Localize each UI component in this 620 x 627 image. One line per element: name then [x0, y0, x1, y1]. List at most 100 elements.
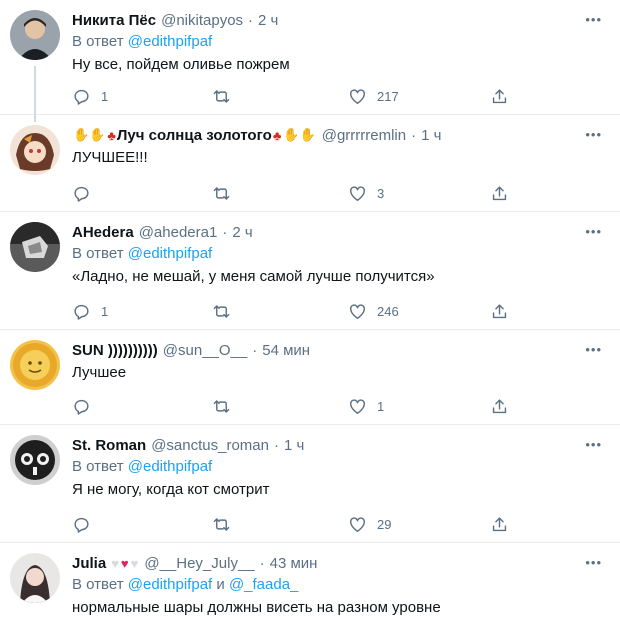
- tweet[interactable]: Никита Пёс @nikitapyos · 2 ч ••• В ответ…: [0, 0, 620, 122]
- timestamp[interactable]: 54 мин: [262, 342, 310, 359]
- tweet-header: St. Roman @sanctus_roman · 1 ч: [72, 435, 604, 455]
- separator-dot: ·: [248, 11, 254, 29]
- share-button[interactable]: [490, 184, 509, 203]
- display-name[interactable]: Никита Пёс: [72, 12, 156, 29]
- share-button[interactable]: [490, 515, 509, 534]
- display-name[interactable]: SUN )))))))))): [72, 342, 158, 359]
- reply-count: 1: [101, 88, 109, 104]
- avatar[interactable]: [10, 553, 60, 603]
- reply-context: В ответ @edithpifpaf и @_faada_: [72, 576, 604, 595]
- timestamp[interactable]: 1 ч: [284, 437, 304, 454]
- avatar[interactable]: [10, 125, 60, 175]
- retweet-icon: [213, 89, 230, 103]
- like-icon: [350, 398, 365, 414]
- user-handle[interactable]: @nikitapyos: [161, 12, 243, 29]
- maple-leaf-icon: ♣: [272, 127, 282, 143]
- retweet-icon: [213, 186, 230, 200]
- reply-prefix: В ответ: [72, 33, 124, 50]
- more-icon[interactable]: •••: [585, 437, 602, 452]
- display-name[interactable]: Julia: [72, 555, 106, 572]
- share-button[interactable]: [490, 87, 509, 106]
- more-icon[interactable]: •••: [585, 127, 602, 142]
- like-icon: [350, 516, 365, 532]
- tweet[interactable]: ✋✋ ♣ Луч солнца золотого ♣ ✋✋ @grrrrreml…: [0, 115, 620, 212]
- retweet-button[interactable]: [212, 87, 231, 106]
- retweet-icon: [213, 399, 230, 413]
- more-icon[interactable]: •••: [585, 12, 602, 27]
- display-name[interactable]: St. Roman: [72, 437, 146, 454]
- share-button[interactable]: [490, 302, 509, 321]
- tweet-actions: 1 246: [72, 301, 604, 321]
- avatar[interactable]: [10, 340, 60, 390]
- user-handle[interactable]: @ahedera1: [139, 224, 218, 241]
- red-heart-icon: ♥: [120, 555, 129, 571]
- reply-button[interactable]: [72, 397, 91, 416]
- avatar[interactable]: [10, 10, 60, 60]
- display-name[interactable]: Луч солнца золотого: [117, 127, 272, 144]
- reply-button[interactable]: [72, 184, 91, 203]
- separator-dot: ·: [273, 436, 279, 454]
- retweet-icon: [213, 304, 230, 318]
- white-heart-icon: ♥: [111, 555, 119, 571]
- tweet[interactable]: AHedera @ahedera1 · 2 ч ••• В ответ @edi…: [0, 212, 620, 330]
- reply-icon: [74, 517, 89, 533]
- retweet-button[interactable]: [212, 397, 231, 416]
- reply-icon: [74, 399, 89, 415]
- tweet[interactable]: St. Roman @sanctus_roman · 1 ч ••• В отв…: [0, 425, 620, 543]
- user-handle[interactable]: @sun__O__: [163, 342, 247, 359]
- more-icon[interactable]: •••: [585, 224, 602, 239]
- more-icon[interactable]: •••: [585, 342, 602, 357]
- white-heart-icon: ♥: [130, 555, 139, 571]
- replies-feed: Никита Пёс @nikitapyos · 2 ч ••• В ответ…: [0, 0, 620, 627]
- more-icon[interactable]: •••: [585, 555, 602, 570]
- separator-dot: ·: [259, 554, 265, 572]
- reply-icon: [74, 186, 89, 202]
- share-button[interactable]: [490, 397, 509, 416]
- like-button[interactable]: 246: [348, 302, 399, 321]
- reply-icon: [74, 89, 89, 105]
- retweet-button[interactable]: [212, 184, 231, 203]
- timestamp[interactable]: 43 мин: [270, 555, 318, 572]
- avatar[interactable]: [10, 435, 60, 485]
- reply-button[interactable]: [72, 515, 91, 534]
- timestamp[interactable]: 2 ч: [232, 224, 252, 241]
- reply-prefix: В ответ: [72, 245, 124, 262]
- user-handle[interactable]: @grrrrremlin: [322, 127, 406, 144]
- tweet[interactable]: Julia ♥ ♥ ♥ @__Hey_July__ · 43 мин ••• В…: [0, 543, 620, 627]
- reply-count: 1: [101, 303, 109, 319]
- like-button[interactable]: 217: [348, 87, 399, 106]
- display-name[interactable]: AHedera: [72, 224, 134, 241]
- tweet-actions: 1: [72, 396, 604, 416]
- mention-link[interactable]: @edithpifpaf: [128, 33, 212, 50]
- reply-button[interactable]: 1: [72, 302, 108, 321]
- tweet-actions: 29: [72, 514, 604, 534]
- timestamp[interactable]: 2 ч: [258, 12, 278, 29]
- like-count: 246: [377, 303, 399, 319]
- separator-dot: ·: [411, 126, 417, 144]
- like-button[interactable]: 29: [348, 515, 391, 534]
- like-count: 3: [377, 185, 385, 201]
- like-count: 1: [377, 398, 385, 414]
- like-count: 217: [377, 88, 399, 104]
- user-handle[interactable]: @sanctus_roman: [151, 437, 269, 454]
- reply-button[interactable]: 1: [72, 87, 108, 106]
- share-icon: [492, 88, 507, 103]
- tweet-text: Лучшее: [72, 364, 127, 381]
- reply-prefix: В ответ: [72, 458, 124, 475]
- timestamp[interactable]: 1 ч: [421, 127, 441, 144]
- user-handle[interactable]: @__Hey_July__: [144, 555, 254, 572]
- tweet-actions: 1 217: [72, 86, 604, 106]
- like-button[interactable]: 3: [348, 184, 384, 203]
- retweet-button[interactable]: [212, 515, 231, 534]
- mention-link[interactable]: @edithpifpaf: [128, 576, 212, 593]
- separator-dot: ·: [222, 223, 228, 241]
- mention-link[interactable]: @_faada_: [229, 576, 298, 593]
- retweet-button[interactable]: [212, 302, 231, 321]
- mention-link[interactable]: @edithpifpaf: [128, 245, 212, 262]
- like-icon: [350, 185, 365, 201]
- tweet[interactable]: SUN )))))))))) @sun__O__ · 54 мин ••• Лу…: [0, 330, 620, 425]
- avatar[interactable]: [10, 222, 60, 272]
- like-button[interactable]: 1: [348, 397, 384, 416]
- mention-link[interactable]: @edithpifpaf: [128, 458, 212, 475]
- share-icon: [492, 516, 507, 531]
